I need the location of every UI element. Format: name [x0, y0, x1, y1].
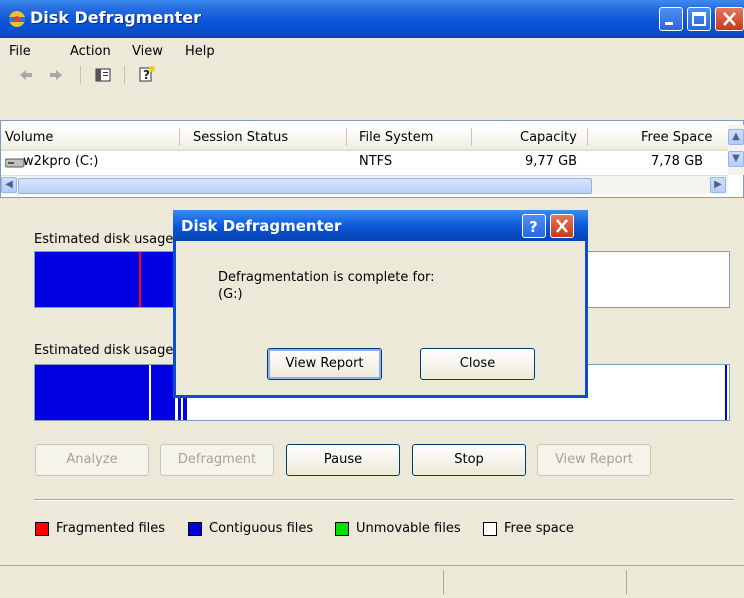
status-pane: [443, 570, 444, 594]
contiguous-segment: [725, 365, 727, 420]
drive-icon: [4, 157, 25, 172]
toolbar-spacer: [0, 86, 744, 120]
menu-action[interactable]: Action: [70, 44, 111, 59]
status-pane: [626, 570, 627, 594]
list-row[interactable]: w2kpro (C:) NTFS 9,77 GB 7,78 GB: [1, 153, 728, 171]
dialog-view-report-button[interactable]: View Report: [267, 348, 382, 380]
dialog-close-icon[interactable]: [550, 214, 574, 238]
toolbar: ?: [0, 64, 744, 87]
toolbar-divider: [124, 66, 125, 84]
svg-text:?: ?: [143, 68, 150, 82]
column-separator[interactable]: [179, 128, 180, 146]
cell-file-system: NTFS: [359, 154, 393, 169]
contiguous-segment: [141, 252, 175, 307]
view-report-button[interactable]: View Report: [537, 444, 651, 476]
column-separator[interactable]: [346, 128, 347, 146]
legend-free-space: Free space: [504, 521, 574, 536]
horizontal-scrollbar[interactable]: ◀ ▶: [1, 175, 728, 194]
contiguous-segment: [35, 252, 139, 307]
title-bar[interactable]: Disk Defragmenter: [0, 0, 744, 38]
vertical-scrollbar[interactable]: ▲ ▼: [728, 125, 744, 175]
pause-button[interactable]: Pause: [286, 444, 400, 476]
dialog-help-button[interactable]: ?: [522, 214, 546, 238]
col-header-volume[interactable]: Volume: [5, 130, 53, 145]
menu-bar: File Action View Help: [0, 38, 744, 65]
show-hide-console-tree-icon[interactable]: [95, 67, 111, 87]
col-header-free-space[interactable]: Free Space: [641, 130, 712, 145]
divider: [34, 499, 734, 501]
scroll-left-button[interactable]: ◀: [1, 177, 17, 193]
horizontal-scroll-thumb[interactable]: [18, 178, 592, 194]
help-icon[interactable]: ?: [138, 65, 156, 87]
cell-volume: w2kpro (C:): [23, 154, 99, 169]
forward-arrow-icon[interactable]: [48, 68, 64, 86]
menu-help[interactable]: Help: [185, 44, 215, 59]
back-arrow-icon[interactable]: [18, 68, 34, 86]
dialog-title: Disk Defragmenter: [181, 217, 342, 235]
col-header-session-status[interactable]: Session Status: [193, 130, 288, 145]
col-header-capacity[interactable]: Capacity: [520, 130, 577, 145]
dialog-close-button[interactable]: Close: [420, 348, 535, 380]
menu-view[interactable]: View: [132, 44, 163, 59]
cell-free-space: 7,78 GB: [651, 154, 704, 169]
contiguous-segment: [151, 365, 175, 420]
fragmented-swatch: [35, 522, 49, 536]
minimize-button[interactable]: [659, 7, 683, 31]
cell-capacity: 9,77 GB: [525, 154, 578, 169]
dialog-message: Defragmentation is complete for:: [218, 270, 435, 285]
list-header: Volume Session Status File System Capaci…: [1, 125, 728, 151]
window-title: Disk Defragmenter: [30, 8, 202, 27]
column-separator[interactable]: [471, 128, 472, 146]
svg-text:?: ?: [529, 218, 538, 236]
status-bar: [0, 565, 744, 598]
completion-dialog: Disk Defragmenter ? Defragmentation is c…: [173, 210, 588, 398]
dialog-title-bar[interactable]: Disk Defragmenter ?: [173, 210, 588, 241]
legend-contiguous: Contiguous files: [209, 521, 314, 536]
dialog-volume: (G:): [218, 287, 243, 302]
disk-defragmenter-window: Disk Defragmenter File Action View Help …: [0, 0, 744, 598]
volume-list[interactable]: Volume Session Status File System Capaci…: [0, 120, 744, 198]
maximize-button[interactable]: [687, 7, 711, 31]
defragment-button[interactable]: Defragment: [160, 444, 274, 476]
contiguous-segment: [35, 365, 149, 420]
toolbar-divider: [80, 66, 81, 84]
free-space-swatch: [483, 522, 497, 536]
stop-button[interactable]: Stop: [412, 444, 526, 476]
col-header-file-system[interactable]: File System: [359, 130, 433, 145]
close-window-button[interactable]: [715, 7, 744, 31]
column-separator[interactable]: [587, 128, 588, 146]
defragmenter-app-icon: [6, 8, 28, 30]
menu-file[interactable]: File: [9, 44, 31, 59]
legend-unmovable: Unmovable files: [356, 521, 461, 536]
scroll-right-button[interactable]: ▶: [710, 177, 726, 193]
scroll-up-button[interactable]: ▲: [728, 129, 744, 145]
contiguous-swatch: [188, 522, 202, 536]
scroll-down-button[interactable]: ▼: [728, 151, 744, 167]
unmovable-swatch: [335, 522, 349, 536]
analyze-button[interactable]: Analyze: [35, 444, 149, 476]
legend-fragmented: Fragmented files: [56, 521, 166, 536]
